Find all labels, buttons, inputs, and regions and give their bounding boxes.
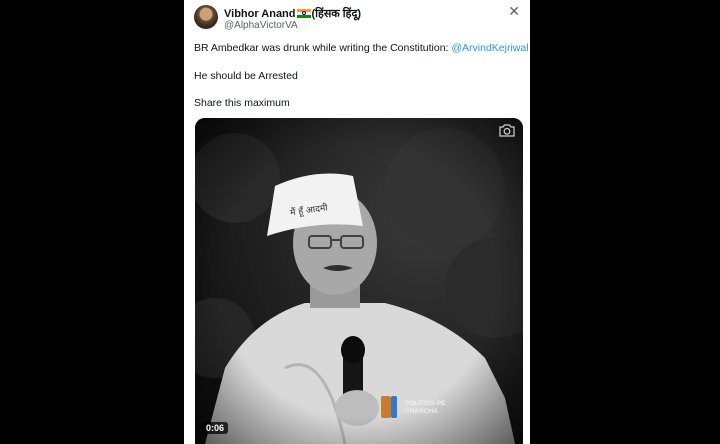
tweet-text-line-1: BR Ambedkar was drunk while writing the … <box>194 42 529 54</box>
mention-link[interactable]: @ArvindKejriwal <box>451 42 528 54</box>
author-suffix: (हिंसक हिंदू) <box>311 8 362 20</box>
author-name[interactable]: Vibhor Anand <box>224 8 296 20</box>
avatar[interactable] <box>194 5 218 29</box>
author-row: Vibhor Anand (हिंसक हिंदू) <box>224 6 361 21</box>
tweet-text-line-2: He should be Arrested <box>194 70 298 82</box>
close-icon[interactable]: ✕ <box>508 4 520 18</box>
video-duration: 0:06 <box>202 422 229 434</box>
watermark-line-1: POLITICS PE <box>405 400 446 407</box>
watermark: POLITICS PE CHARCHA <box>405 400 445 416</box>
watermark-line-2: CHARCHA <box>405 408 438 415</box>
video-frame <box>195 118 523 444</box>
tweet-text-line-3: Share this maximum <box>194 97 290 109</box>
tweet-text: BR Ambedkar was drunk while writing the … <box>194 42 452 54</box>
author-handle[interactable]: @AlphaVictorVA <box>224 20 298 31</box>
tweet-card: Vibhor Anand (हिंसक हिंदू) @AlphaVictorVA… <box>184 0 530 444</box>
flag-india-icon <box>296 9 311 18</box>
video-player[interactable]: मैं हूँ आदमी POLITICS PE CHARCHA 0:06 <box>195 118 523 444</box>
camera-icon <box>499 124 515 142</box>
